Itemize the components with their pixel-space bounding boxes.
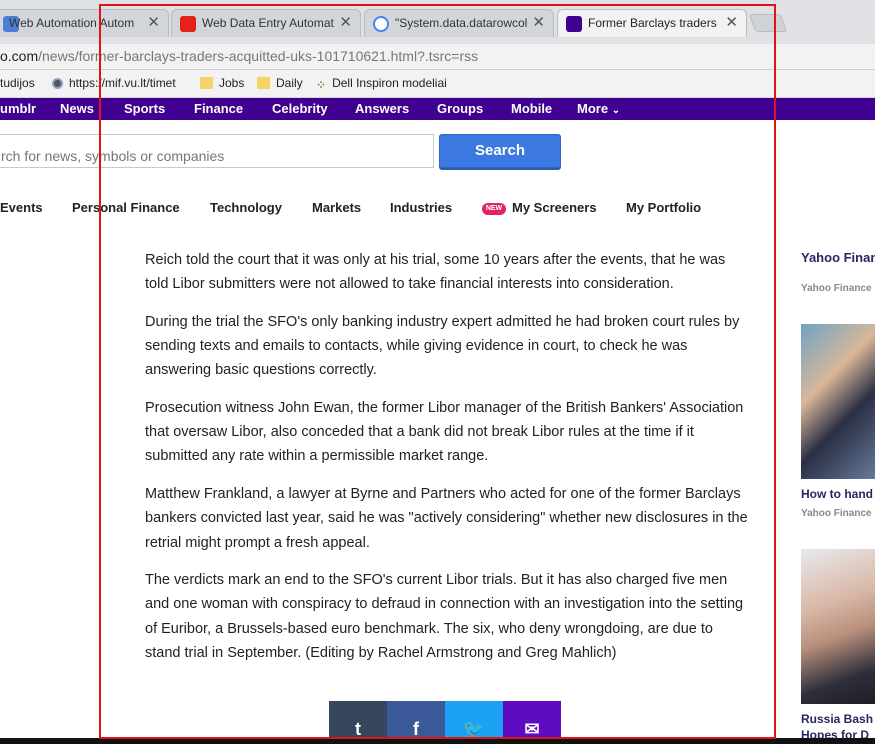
- bookmark-daily[interactable]: Daily: [257, 76, 303, 90]
- chevron-down-icon: ⌄: [611, 105, 621, 116]
- subnav-my-screeners[interactable]: My Screeners: [512, 200, 597, 215]
- tab-title: Web Data Entry Automat: [202, 16, 334, 30]
- dots-icon: ⁘: [316, 78, 327, 92]
- subnav-my-portfolio[interactable]: My Portfolio: [626, 200, 701, 215]
- search-button[interactable]: Search: [439, 134, 561, 168]
- bookmark-jobs[interactable]: Jobs: [200, 76, 244, 90]
- tab-system-data[interactable]: "System.data.datarowcoll ✕: [364, 9, 554, 37]
- sidebar-heading-source: Yahoo Finance: [801, 283, 872, 294]
- tab-title: "System.data.datarowcoll: [395, 16, 527, 30]
- nav-sports[interactable]: Sports: [124, 101, 165, 116]
- yahoo-top-nav: umblr News Sports Finance Celebrity Answ…: [0, 98, 875, 120]
- sidebar-thumbnail[interactable]: [801, 324, 875, 479]
- bookmark-tudijos[interactable]: tudijos: [0, 76, 35, 90]
- share-mail-button[interactable]: ✉: [503, 701, 561, 741]
- search-input[interactable]: [0, 134, 434, 168]
- globe-icon: [52, 78, 63, 89]
- bookmark-mif[interactable]: https://mif.vu.lt/timet: [52, 76, 176, 90]
- bookmarks-bar: tudijos https://mif.vu.lt/timet Jobs Dai…: [0, 70, 875, 98]
- new-tab-button[interactable]: [748, 14, 788, 32]
- browser-window: { "tabs": [ {"title": "Web Automation Au…: [0, 0, 875, 744]
- new-badge: NEW: [482, 203, 506, 215]
- nav-celebrity[interactable]: Celebrity: [272, 101, 328, 116]
- share-twitter-button[interactable]: 🐦: [445, 701, 503, 741]
- tab-web-data-entry[interactable]: Web Data Entry Automat ✕: [171, 9, 361, 37]
- sidebar-thumbnail[interactable]: [801, 549, 875, 704]
- close-icon[interactable]: ✕: [725, 13, 738, 31]
- sidebar-item-title[interactable]: How to hand: [801, 487, 873, 501]
- yahoo-icon: [566, 16, 582, 32]
- nav-news[interactable]: News: [60, 101, 94, 116]
- tab-former-barclays[interactable]: Former Barclays traders a ✕: [557, 9, 747, 37]
- article-paragraph: Matthew Frankland, a lawyer at Byrne and…: [145, 486, 748, 551]
- tab-web-automation[interactable]: Web Automation Autom ✕: [0, 9, 169, 37]
- nav-more[interactable]: More ⌄: [577, 101, 620, 116]
- bookmark-dell[interactable]: ⁘ Dell Inspiron modeliai: [316, 76, 447, 92]
- tab-strip: Web Automation Autom ✕ Web Data Entry Au…: [0, 0, 875, 44]
- folder-icon: [200, 77, 213, 89]
- sidebar-item-title[interactable]: Russia Bash: [801, 712, 873, 726]
- close-icon[interactable]: ✕: [147, 13, 160, 31]
- nav-tumblr[interactable]: umblr: [0, 101, 36, 116]
- sidebar-heading[interactable]: Yahoo Finan: [801, 250, 875, 265]
- folder-icon: [257, 77, 270, 89]
- google-icon: [373, 16, 389, 32]
- nav-finance[interactable]: Finance: [194, 101, 243, 116]
- article-body: Reich told the court that it was only at…: [145, 248, 749, 679]
- sidebar-item-source: Yahoo Finance: [801, 508, 872, 519]
- subnav-personal-finance[interactable]: Personal Finance: [72, 200, 180, 215]
- article-paragraph: Reich told the court that it was only at…: [145, 252, 726, 293]
- share-tumblr-button[interactable]: t: [329, 701, 387, 741]
- close-icon[interactable]: ✕: [339, 13, 352, 31]
- url-text[interactable]: o.com/news/former-barclays-traders-acqui…: [0, 48, 478, 64]
- address-bar[interactable]: o.com/news/former-barclays-traders-acqui…: [0, 44, 875, 70]
- tab-title: Former Barclays traders a: [588, 16, 720, 30]
- article-paragraph: Prosecution witness John Ewan, the forme…: [145, 400, 744, 465]
- youtube-icon: [180, 16, 196, 32]
- subnav-industries[interactable]: Industries: [390, 200, 452, 215]
- twitter-icon: 🐦: [462, 719, 486, 739]
- share-facebook-button[interactable]: f: [387, 701, 445, 741]
- close-icon[interactable]: ✕: [532, 13, 545, 31]
- facebook-icon: f: [413, 719, 419, 739]
- nav-mobile[interactable]: Mobile: [511, 101, 552, 116]
- tab-title: Web Automation Autom: [9, 16, 135, 30]
- subnav-events[interactable]: Events: [0, 200, 43, 215]
- nav-answers[interactable]: Answers: [355, 101, 409, 116]
- subnav-technology[interactable]: Technology: [210, 200, 282, 215]
- article-paragraph: The verdicts mark an end to the SFO's cu…: [145, 572, 744, 661]
- taskbar-edge: [0, 738, 875, 744]
- mail-icon: ✉: [524, 719, 540, 739]
- article-paragraph: During the trial the SFO's only banking …: [145, 313, 740, 379]
- tumblr-icon: t: [355, 719, 361, 739]
- nav-groups[interactable]: Groups: [437, 101, 483, 116]
- subnav-markets[interactable]: Markets: [312, 200, 361, 215]
